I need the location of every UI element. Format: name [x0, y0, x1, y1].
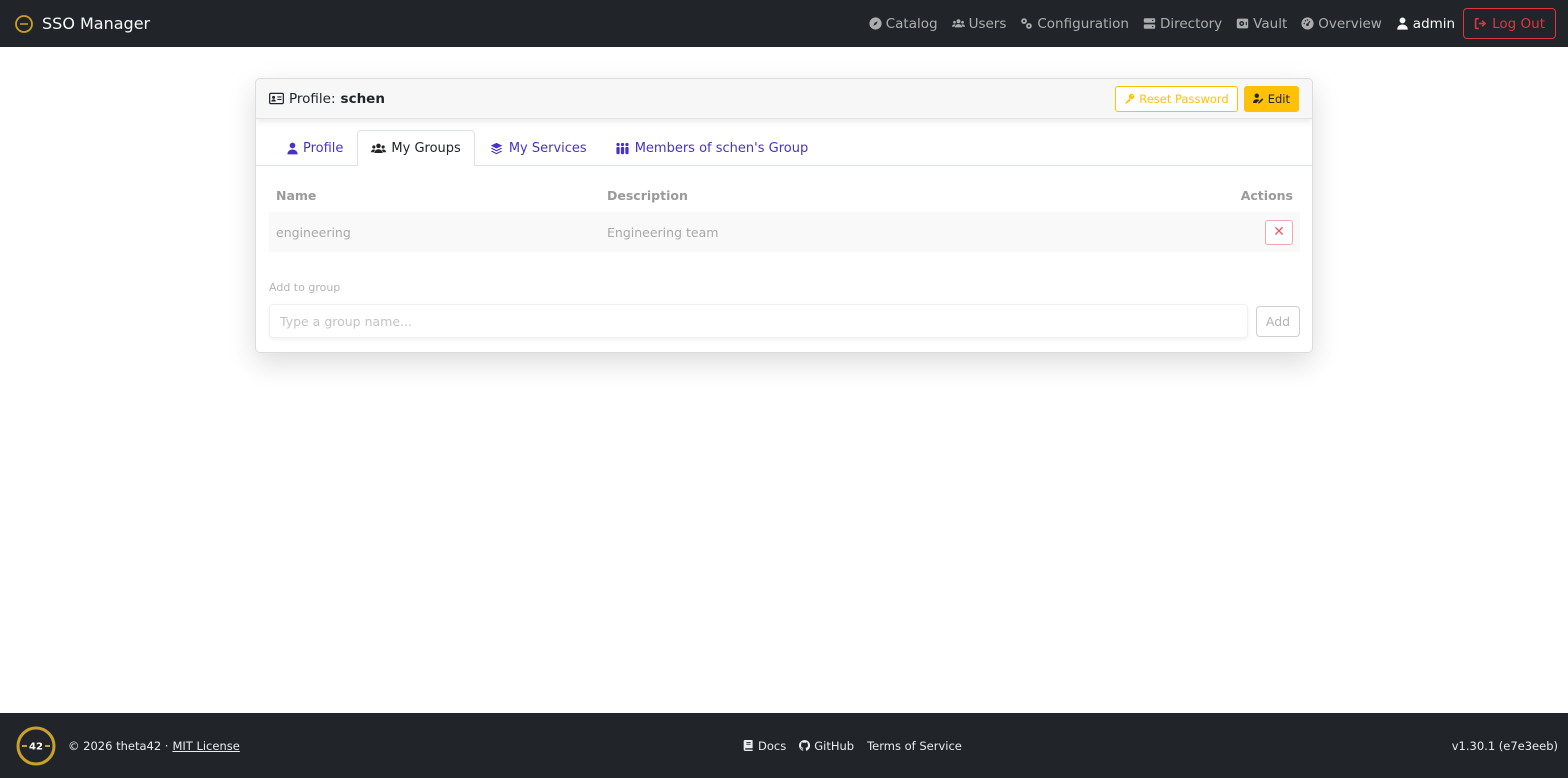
- nav-users-label: Users: [968, 15, 1007, 32]
- gears-icon: [1021, 18, 1033, 29]
- table-header-row: Name Description Actions: [269, 179, 1300, 212]
- nav-configuration-label: Configuration: [1037, 15, 1129, 32]
- table-row: engineering Engineering team ✕: [269, 212, 1300, 252]
- logout-label: Log Out: [1492, 15, 1545, 32]
- group-description-cell: Engineering team: [600, 212, 1058, 252]
- user-pen-icon: [1252, 93, 1264, 104]
- docs-link[interactable]: Docs: [743, 739, 786, 753]
- nav-vault[interactable]: Vault: [1236, 16, 1287, 32]
- group-name-cell: engineering: [269, 212, 600, 252]
- app-title: SSO Manager: [42, 14, 151, 33]
- id-card-icon: [269, 92, 284, 105]
- user-icon: [287, 142, 298, 154]
- logo-text: 42: [29, 741, 43, 752]
- dashboard-icon: [1301, 17, 1314, 30]
- group-name-input[interactable]: [269, 304, 1248, 338]
- docs-label: Docs: [758, 738, 787, 753]
- nav-user-menu[interactable]: admin: [1396, 16, 1455, 32]
- tab-my-services-label: My Services: [508, 140, 587, 156]
- tab-group-members[interactable]: Members of schen's Group: [601, 130, 823, 165]
- footer-copyright: © 2026 theta42 ·: [68, 738, 169, 753]
- nav-catalog[interactable]: Catalog: [869, 16, 938, 32]
- edit-label: Edit: [1267, 91, 1290, 106]
- key-icon: [1124, 93, 1135, 104]
- users-icon: [951, 19, 965, 28]
- theta-logo-icon: [15, 14, 33, 33]
- github-label: GitHub: [814, 738, 855, 753]
- card-title: Profile: schen: [269, 91, 385, 107]
- github-icon: [799, 740, 811, 751]
- edit-button[interactable]: Edit: [1243, 85, 1299, 112]
- tab-my-groups-label: My Groups: [391, 141, 461, 156]
- column-header-description: Description: [607, 188, 688, 203]
- user-icon: [1397, 17, 1408, 30]
- nav-users[interactable]: Users: [951, 15, 1007, 32]
- users-icon: [371, 143, 387, 153]
- tab-group-members-label: Members of schen's Group: [634, 140, 809, 156]
- tab-my-groups[interactable]: My Groups: [357, 130, 475, 166]
- nav-directory[interactable]: Directory: [1143, 16, 1222, 32]
- page-footer: 42 © 2026 theta42 · MIT License Docs Git…: [0, 713, 1568, 778]
- add-group-row: Add: [269, 304, 1300, 338]
- tab-profile[interactable]: Profile: [273, 130, 357, 165]
- people-group-icon: [616, 142, 629, 154]
- reset-password-button[interactable]: Reset Password: [1115, 85, 1238, 112]
- card-header: Profile: schen Reset Password Edit: [256, 79, 1312, 119]
- nav-directory-label: Directory: [1159, 15, 1223, 32]
- version-label: v1.30.1 (e7e3eeb): [1451, 738, 1558, 753]
- group-actions-cell: ✕: [1057, 212, 1300, 252]
- tab-my-services[interactable]: My Services: [475, 130, 601, 165]
- brand-link[interactable]: SSO Manager: [14, 14, 150, 34]
- top-navbar: SSO Manager Catalog Users Configuration …: [0, 0, 1568, 47]
- nav-overview-label: Overview: [1318, 15, 1382, 32]
- nav-vault-label: Vault: [1253, 15, 1288, 32]
- profile-card: Profile: schen Reset Password Edit Profi…: [255, 78, 1313, 353]
- tab-profile-label: Profile: [303, 140, 344, 156]
- compass-icon: [869, 17, 882, 30]
- column-header-name: Name: [276, 188, 317, 203]
- nav-username: admin: [1412, 15, 1456, 32]
- reset-password-label: Reset Password: [1139, 91, 1229, 106]
- server-icon: [1143, 18, 1156, 29]
- vault-icon: [1236, 18, 1249, 29]
- layers-icon: [490, 142, 503, 154]
- nav-configuration[interactable]: Configuration: [1020, 16, 1129, 32]
- profile-username: schen: [340, 90, 385, 107]
- add-group-button[interactable]: Add: [1256, 305, 1300, 337]
- github-link[interactable]: GitHub: [799, 739, 854, 753]
- logout-button[interactable]: Log Out: [1463, 8, 1556, 39]
- terms-label: Terms of Service: [867, 738, 962, 753]
- mit-license-link[interactable]: MIT License: [172, 739, 239, 753]
- remove-group-button[interactable]: ✕: [1265, 219, 1293, 245]
- card-title-prefix: Profile:: [289, 90, 336, 107]
- theta42-logo-icon: 42: [16, 726, 56, 765]
- nav-overview[interactable]: Overview: [1301, 16, 1382, 32]
- groups-table: Name Description Actions engineering Eng…: [269, 179, 1300, 252]
- column-header-actions: Actions: [1240, 188, 1293, 203]
- profile-tabs: Profile My Groups My Services Members of…: [256, 130, 1312, 166]
- add-to-group-label: Add to group: [269, 281, 341, 294]
- book-icon: [743, 740, 753, 751]
- sign-out-icon: [1474, 17, 1487, 30]
- nav-catalog-label: Catalog: [885, 15, 938, 32]
- terms-link[interactable]: Terms of Service: [867, 739, 962, 753]
